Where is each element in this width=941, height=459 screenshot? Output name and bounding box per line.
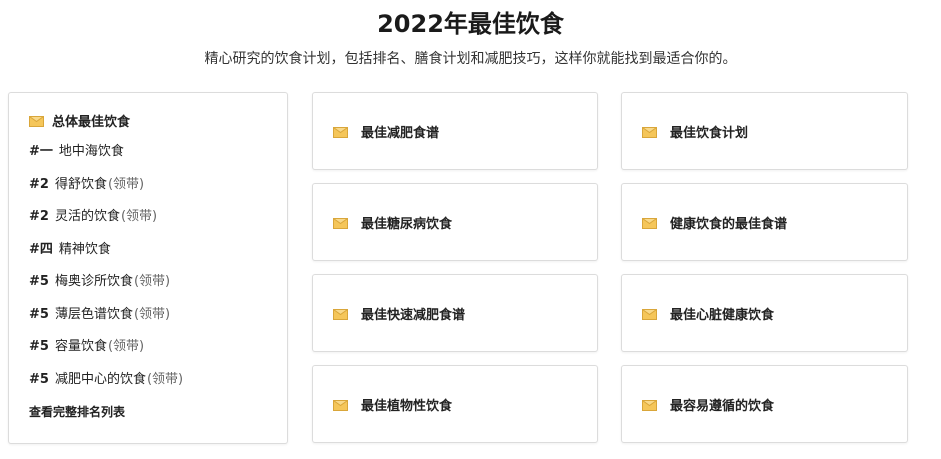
envelope-icon	[642, 217, 657, 229]
envelope-icon	[642, 126, 657, 138]
ranking-tie-tag: (领带)	[120, 209, 158, 224]
ranking-number: #2	[29, 176, 49, 192]
ranking-tie-tag: (领带)	[107, 339, 145, 354]
ranking-number: #5	[29, 339, 49, 354]
ranking-heading[interactable]: 总体最佳饮食	[29, 111, 287, 130]
tile-best-diet-plans[interactable]: 最佳饮食计划	[621, 92, 908, 170]
ranking-item[interactable]: #四 精神饮食	[29, 241, 287, 276]
ranking-item[interactable]: #2 得舒饮食(领带)	[29, 176, 287, 211]
ranking-item[interactable]: #5 梅奥诊所饮食(领带)	[29, 275, 287, 308]
tile-fast-weight-loss-diets[interactable]: 最佳快速减肥食谱	[312, 274, 598, 352]
ranking-tie-tag: (领带)	[133, 274, 171, 289]
envelope-icon	[29, 116, 44, 127]
ranking-number: #5	[29, 371, 49, 387]
ranking-number: #2	[29, 209, 49, 224]
page-title: 2022年最佳饮食	[377, 10, 564, 38]
ranking-heading-label: 总体最佳饮食	[52, 115, 131, 130]
envelope-icon	[642, 308, 657, 320]
overall-ranking-card: 总体最佳饮食 #一 地中海饮食 #2 得舒饮食(领带) #2 灵活的饮食(领带) #四…	[8, 92, 288, 444]
ranking-item[interactable]: #5 减肥中心的饮食(领带)	[29, 371, 287, 406]
tile-label: 健康饮食的最佳食谱	[670, 216, 788, 232]
ranking-diet-name: 灵活的饮食	[54, 209, 120, 224]
ranking-item[interactable]: #2 灵活的饮食(领带)	[29, 210, 287, 243]
tile-label: 最佳糖尿病饮食	[361, 216, 453, 232]
tile-label: 最佳植物性饮食	[361, 398, 453, 414]
ranking-diet-name: 梅奥诊所饮食	[54, 274, 133, 289]
envelope-icon	[333, 399, 348, 411]
ranking-diet-name: 得舒饮食	[54, 176, 107, 192]
page-subtitle: 精心研究的饮食计划，包括排名、膳食计划和减肥技巧，这样你就能找到最适合你的。	[204, 51, 737, 67]
tile-label: 最佳快速减肥食谱	[361, 307, 466, 323]
tile-heart-healthy-diets[interactable]: 最佳心脏健康饮食	[621, 274, 908, 352]
tile-best-diabetes-diets[interactable]: 最佳糖尿病饮食	[312, 183, 598, 261]
ranking-tie-tag: (领带)	[146, 371, 184, 387]
tile-best-weight-loss-diets[interactable]: 最佳减肥食谱	[312, 92, 598, 170]
ranking-tie-tag: (领带)	[107, 176, 145, 192]
ranking-diet-name: 地中海饮食	[58, 144, 124, 159]
ranking-item[interactable]: #一 地中海饮食	[29, 145, 287, 178]
tile-label: 最佳饮食计划	[670, 125, 749, 141]
tile-plant-based-diets[interactable]: 最佳植物性饮食	[312, 365, 598, 443]
ranking-diet-name: 容量饮食	[54, 339, 107, 354]
ranking-diet-name: 减肥中心的饮食	[54, 371, 146, 387]
view-full-ranking-link[interactable]: 查看完整排名列表	[29, 403, 287, 420]
ranking-number: #四	[29, 241, 53, 257]
tile-label: 最佳减肥食谱	[361, 125, 440, 141]
ranking-item[interactable]: #5 薄层色谱饮食(领带)	[29, 306, 287, 341]
envelope-icon	[333, 126, 348, 138]
ranking-list: #一 地中海饮食 #2 得舒饮食(领带) #2 灵活的饮食(领带) #四 精神饮食 #5…	[29, 145, 287, 405]
ranking-number: #5	[29, 274, 49, 289]
tile-label: 最佳心脏健康饮食	[670, 307, 775, 323]
envelope-icon	[333, 217, 348, 229]
tile-label: 最容易遵循的饮食	[670, 398, 775, 414]
ranking-number: #一	[29, 144, 53, 159]
ranking-diet-name: 薄层色谱饮食	[54, 306, 133, 322]
ranking-number: #5	[29, 306, 49, 322]
envelope-icon	[642, 399, 657, 411]
ranking-item[interactable]: #5 容量饮食(领带)	[29, 340, 287, 373]
tile-healthy-eating-recipes[interactable]: 健康饮食的最佳食谱	[621, 183, 908, 261]
ranking-diet-name: 精神饮食	[58, 241, 111, 257]
tile-easiest-diets-to-follow[interactable]: 最容易遵循的饮食	[621, 365, 908, 443]
envelope-icon	[333, 308, 348, 320]
ranking-tie-tag: (领带)	[133, 306, 171, 322]
